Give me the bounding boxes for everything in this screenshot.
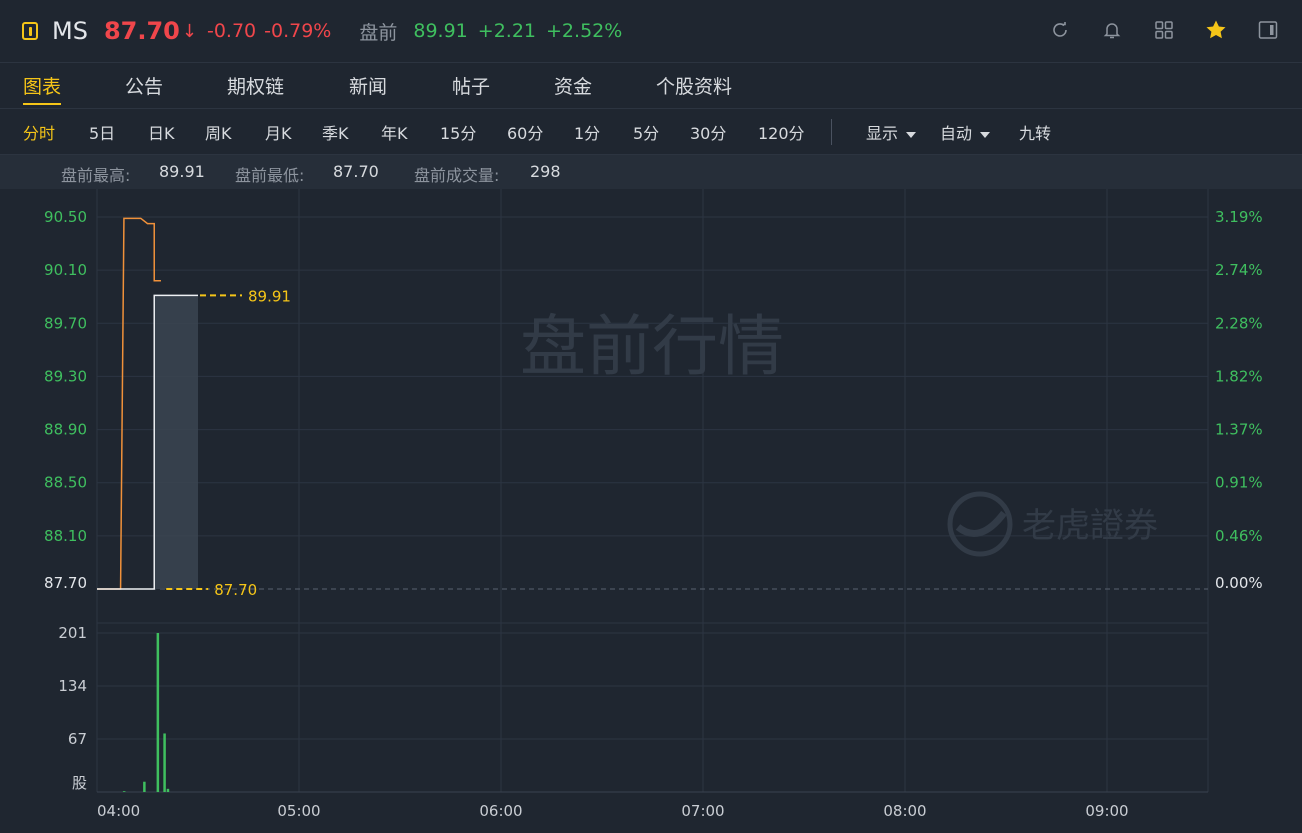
volume-unit-label: 股: [72, 774, 87, 792]
premarket-change-pct: +2.52%: [546, 20, 623, 42]
percent-tick-label: 1.82%: [1215, 367, 1263, 385]
nine-turn-toggle[interactable]: 九转: [1019, 120, 1051, 144]
low-marker-label: 87.70: [214, 581, 257, 599]
percent-axis: 3.19% 2.74% 2.28% 1.82% 1.37% 0.91% 0.46% 0.00%: [1215, 208, 1263, 592]
time-tick-label: 05:00: [277, 802, 320, 820]
period-5min[interactable]: 5分: [633, 120, 659, 144]
period-weekly[interactable]: 周K: [205, 120, 232, 144]
period-yearly[interactable]: 年K: [381, 120, 408, 144]
volume-tick-label: 134: [58, 677, 87, 695]
display-dropdown[interactable]: 显示: [866, 120, 917, 144]
time-tick-label: 06:00: [479, 802, 522, 820]
star-icon[interactable]: [1200, 14, 1232, 46]
period-1min[interactable]: 1分: [574, 120, 600, 144]
watermark-logo-icon: [947, 491, 1013, 557]
premarket-high-label: 盘前最高:: [61, 166, 131, 185]
period-60min[interactable]: 60分: [507, 120, 543, 144]
watermark-session: 盘前行情: [520, 308, 784, 385]
last-price: 87.70: [103, 17, 180, 45]
percent-tick-label: 0.00%: [1215, 574, 1263, 592]
display-label: 显示: [866, 124, 899, 143]
premarket-label: 盘前: [359, 21, 398, 44]
price-tick-label: 88.50: [44, 474, 87, 492]
tab-announcements[interactable]: 公告: [125, 62, 163, 108]
price-tick-label: 89.30: [44, 367, 87, 385]
period-15min[interactable]: 15分: [440, 120, 476, 144]
avg-price-line: [97, 217, 161, 590]
symbol: MS: [52, 17, 88, 45]
intraday-chart[interactable]: 盘前行情 老虎證券 90.50 90.10 89.70 89.30 88.90 88.50…: [0, 189, 1302, 833]
period-5day[interactable]: 5日: [89, 120, 115, 144]
volume-bar: [163, 733, 166, 792]
percent-tick-label: 0.91%: [1215, 474, 1263, 492]
grid-icon[interactable]: [1148, 14, 1180, 46]
time-tick-label: 09:00: [1085, 802, 1128, 820]
period-quarterly[interactable]: 季K: [322, 120, 349, 144]
premarket-price: 89.91: [413, 20, 468, 42]
tab-company-profile[interactable]: 个股资料: [656, 62, 732, 108]
volume-tick-label: 201: [58, 624, 87, 642]
period-monthly[interactable]: 月K: [265, 120, 292, 144]
tab-news[interactable]: 新闻: [349, 62, 387, 108]
premarket-high-value: 89.91: [159, 162, 205, 181]
price-change: -0.70: [206, 20, 257, 42]
time-tick-label: 04:00: [97, 802, 140, 820]
chevron-down-icon: [906, 131, 917, 138]
price-tick-label: 90.50: [44, 208, 87, 226]
watermark-brand: 老虎證券: [1022, 506, 1158, 546]
percent-tick-label: 1.37%: [1215, 421, 1263, 439]
price-area: [154, 295, 198, 589]
percent-tick-label: 3.19%: [1215, 208, 1263, 226]
premarket-stats: 盘前最高: 89.91 盘前最低: 87.70 盘前成交量: 298: [0, 155, 1302, 189]
down-arrow-icon: ↓: [181, 20, 197, 42]
tab-capital-flow[interactable]: 资金: [554, 62, 592, 108]
premarket-volume-label: 盘前成交量:: [414, 166, 500, 185]
toolbar-divider: [831, 119, 832, 145]
high-marker-label: 89.91: [248, 287, 291, 305]
volume-axis: 201 134 67 股: [58, 624, 87, 792]
chart-grid: [96, 189, 1209, 793]
volume-tick-label: 67: [68, 730, 87, 748]
price-tick-label: 88.90: [44, 421, 87, 439]
tab-options-chain[interactable]: 期权链: [227, 62, 284, 108]
chart-series: [97, 217, 198, 792]
time-tick-label: 08:00: [883, 802, 926, 820]
header-bar: MS 87.70 ↓ -0.70 -0.79% 盘前 89.91 +2.21 +…: [0, 0, 1302, 63]
premarket-low-value: 87.70: [333, 162, 379, 181]
price-tick-label: 87.70: [44, 574, 87, 592]
premarket-low-label: 盘前最低:: [235, 166, 305, 185]
volume-bar: [156, 633, 160, 792]
period-daily[interactable]: 日K: [148, 120, 175, 144]
chevron-down-icon: [980, 131, 991, 138]
price-change-pct: -0.79%: [264, 20, 332, 42]
volume-bar: [166, 788, 170, 792]
price-axis: 90.50 90.10 89.70 89.30 88.90 88.50 88.10 87.70: [44, 208, 87, 592]
tab-posts[interactable]: 帖子: [452, 62, 490, 108]
premarket-volume-value: 298: [530, 162, 561, 181]
period-intraday[interactable]: 分时: [23, 120, 55, 144]
volume-bar: [143, 781, 146, 792]
period-toolbar: 分时 5日 日K 周K 月K 季K 年K 15分 60分 1分 5分 30分 1…: [0, 108, 1302, 155]
percent-tick-label: 2.74%: [1215, 261, 1263, 279]
price-tick-label: 90.10: [44, 261, 87, 279]
premarket-change: +2.21: [477, 20, 537, 42]
auto-label: 自动: [940, 124, 973, 143]
price-tick-label: 88.10: [44, 527, 87, 545]
volume-bar: [122, 791, 126, 792]
main-tabs: 图表 公告 期权链 新闻 帖子 资金 个股资料: [0, 62, 1302, 109]
percent-tick-label: 0.46%: [1215, 527, 1263, 545]
panel-icon[interactable]: [1252, 14, 1284, 46]
price-tick-label: 89.70: [44, 314, 87, 332]
tab-chart[interactable]: 图表: [23, 62, 62, 108]
time-axis: 04:00 05:00 06:00 07:00 08:00 09:00: [97, 802, 1129, 820]
time-tick-label: 07:00: [681, 802, 724, 820]
bell-icon[interactable]: [1096, 14, 1128, 46]
market-status-icon: [22, 22, 38, 40]
period-120min[interactable]: 120分: [758, 120, 805, 144]
refresh-icon[interactable]: [1044, 14, 1076, 46]
auto-dropdown[interactable]: 自动: [940, 120, 991, 144]
percent-tick-label: 2.28%: [1215, 314, 1263, 332]
period-30min[interactable]: 30分: [690, 120, 726, 144]
